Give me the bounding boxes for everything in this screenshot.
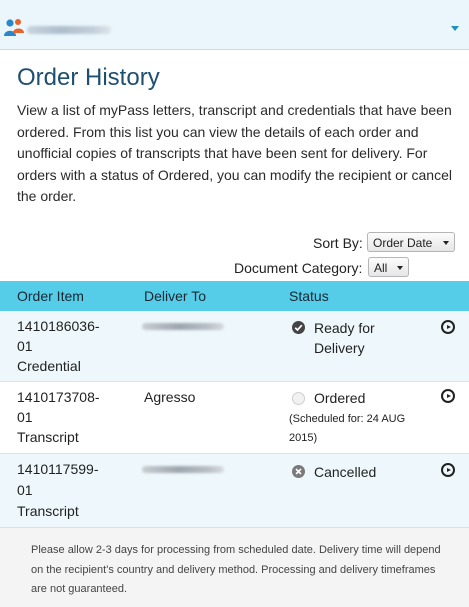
chevron-down-icon [397,266,403,270]
order-id-suffix: 01 [17,482,33,498]
document-category-select[interactable]: All [368,257,409,277]
order-id: 1410186036- [17,318,100,334]
sort-by-select[interactable]: Order Date [367,232,455,252]
order-id-suffix: 01 [17,338,33,354]
deliver-to-redacted [142,466,224,473]
order-id: 1410173708- [17,389,100,405]
empty-circle-icon [292,392,305,405]
document-category-value: All [374,261,388,275]
status-text: Ready for [314,320,375,336]
sort-by-value: Order Date [373,236,433,250]
status-text: Ordered [314,390,366,406]
chevron-down-icon [443,241,449,245]
page-title: Order History [17,64,160,91]
table-row[interactable]: 1410186036- 01 Credential Ready for Deli… [0,311,469,382]
top-bar [0,0,469,50]
order-type: Transcript [17,429,79,445]
status-text: Cancelled [314,464,377,480]
institution-name-redacted [27,26,111,34]
chevron-down-icon[interactable] [451,26,459,31]
deliver-to: Agresso [144,389,196,405]
table-header: Order Item Deliver To Status [0,281,469,311]
sort-by-label: Sort By: [313,235,363,251]
scheduled-note-line2: 2015) [289,432,318,444]
table-row[interactable]: 1410117599- 01 Transcript Cancelled [0,454,469,528]
order-id: 1410117599- [17,461,99,477]
order-id-suffix: 01 [17,409,33,425]
play-circle-icon[interactable] [441,389,455,403]
column-status: Status [289,288,329,304]
intro-text: View a list of myPass letters, transcrip… [17,102,452,204]
status-text-line2: Delivery [314,340,365,356]
order-type: Credential [17,358,81,374]
table-row[interactable]: 1410173708- 01 Transcript Agresso Ordere… [0,382,469,454]
check-circle-icon [292,321,305,334]
column-deliver-to: Deliver To [144,288,206,304]
deliver-to-redacted [142,323,224,330]
play-circle-icon[interactable] [441,463,455,477]
people-logo-icon [4,19,24,36]
footer-notice: Please allow 2-3 days for processing fro… [0,528,469,607]
order-type: Transcript [17,503,79,519]
column-order-item: Order Item [17,288,84,304]
footer-text: Please allow 2-3 days for processing fro… [31,544,441,595]
document-category-label: Document Category: [234,260,363,276]
scheduled-note: (Scheduled for: 24 AUG [289,413,406,425]
x-circle-icon [292,465,305,478]
play-circle-icon[interactable] [441,320,455,334]
